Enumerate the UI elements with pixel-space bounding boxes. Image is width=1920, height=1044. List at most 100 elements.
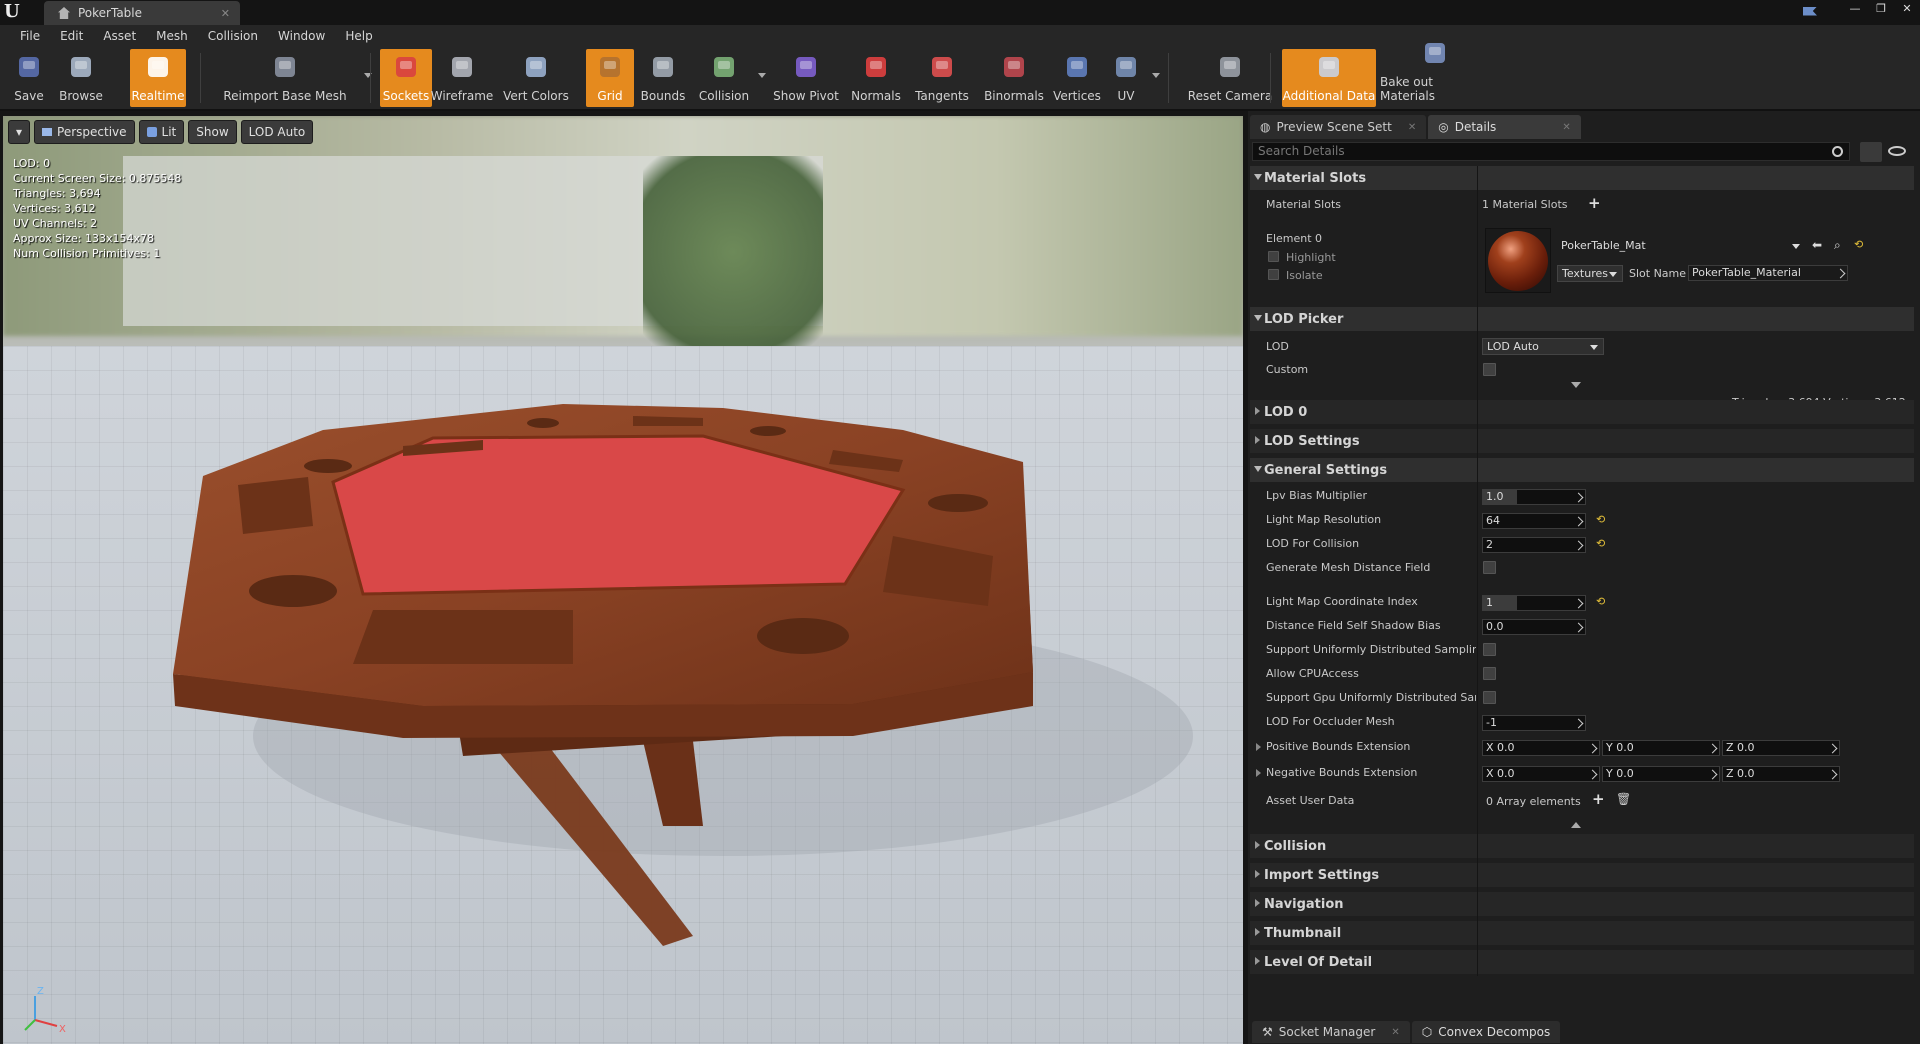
- positive-bounds-z-input[interactable]: Z 0.0: [1722, 740, 1840, 756]
- material-asset-dropdown[interactable]: PokerTable_Mat: [1557, 238, 1805, 255]
- category-import-settings[interactable]: Import Settings: [1250, 863, 1914, 887]
- allow-cpu-access-checkbox[interactable]: [1483, 667, 1496, 680]
- support-uniform-sampling-checkbox[interactable]: [1483, 643, 1496, 656]
- chevron-down-icon[interactable]: [758, 73, 766, 78]
- chevron-down-icon[interactable]: [1152, 73, 1160, 78]
- expand-arrow-icon[interactable]: [1256, 743, 1261, 751]
- use-selected-arrow-icon[interactable]: ⬅: [1812, 238, 1822, 252]
- textures-dropdown[interactable]: Textures: [1557, 265, 1623, 282]
- category-lod-settings[interactable]: LOD Settings: [1250, 429, 1914, 453]
- add-element-plus-icon[interactable]: +: [1592, 790, 1605, 808]
- toolbar-additional-data-button[interactable]: Additional Data: [1282, 49, 1376, 107]
- collapse-advanced-icon[interactable]: [1571, 822, 1581, 828]
- support-gpu-sampling-checkbox[interactable]: [1483, 691, 1496, 704]
- maximize-button[interactable]: ❐: [1874, 2, 1888, 15]
- toolbar-tangents-button[interactable]: Tangents: [908, 49, 976, 107]
- light-map-resolution-input[interactable]: 64: [1482, 513, 1586, 529]
- toolbar-grid-button[interactable]: Grid: [586, 49, 634, 107]
- reset-to-default-icon[interactable]: ⟲: [1596, 513, 1605, 526]
- toolbar-collision-button[interactable]: Collision: [694, 49, 766, 107]
- reset-to-default-icon[interactable]: ⟲: [1596, 595, 1605, 608]
- distance-field-self-shadow-bias-input[interactable]: 0.0: [1482, 619, 1586, 635]
- search-details-input[interactable]: Search Details: [1252, 142, 1850, 161]
- category-lod-picker[interactable]: LOD Picker: [1250, 307, 1914, 331]
- reset-material-icon[interactable]: ⟲: [1854, 238, 1863, 251]
- toolbar-normals-button[interactable]: Normals: [848, 49, 904, 107]
- close-tab-icon[interactable]: ✕: [1562, 122, 1570, 133]
- toolbar-bounds-button[interactable]: Bounds: [636, 49, 690, 107]
- lod-for-occluder-mesh-input[interactable]: -1: [1482, 715, 1586, 731]
- toolbar-browse-button[interactable]: Browse: [54, 49, 108, 107]
- tab-socket-manager[interactable]: ⚒ Socket Manager ✕: [1252, 1021, 1410, 1043]
- lod-dropdown[interactable]: LOD Auto: [1482, 338, 1604, 355]
- toolbar-uv-button[interactable]: UV: [1104, 49, 1160, 107]
- menu-file[interactable]: File: [10, 29, 50, 43]
- source-control-icon[interactable]: [1795, 0, 1825, 22]
- category-lod-0[interactable]: LOD 0: [1250, 400, 1914, 424]
- toolbar-reset-camera-button[interactable]: Reset Camera: [1186, 49, 1274, 107]
- add-material-slot-plus-icon[interactable]: +: [1588, 194, 1601, 212]
- tab-preview-scene-settings[interactable]: ◍ Preview Scene Sett ✕: [1250, 115, 1427, 139]
- category-general-settings[interactable]: General Settings: [1250, 458, 1914, 482]
- custom-checkbox[interactable]: [1483, 363, 1496, 376]
- toolbar-show-pivot-button[interactable]: Show Pivot: [768, 49, 844, 107]
- menu-collision[interactable]: Collision: [198, 29, 268, 43]
- perspective-button[interactable]: Perspective: [34, 120, 135, 144]
- close-button[interactable]: ✕: [1900, 2, 1914, 15]
- lod-for-collision-input[interactable]: 2: [1482, 537, 1586, 553]
- tab-details[interactable]: ◎ Details ✕: [1428, 115, 1581, 139]
- negative-bounds-x-input[interactable]: X 0.0: [1482, 766, 1600, 782]
- category-material-slots[interactable]: Material Slots: [1250, 166, 1914, 190]
- show-button[interactable]: Show: [188, 120, 237, 144]
- document-tab[interactable]: PokerTable ✕: [44, 1, 240, 25]
- close-tab-icon[interactable]: ✕: [1408, 122, 1416, 133]
- category-level-of-detail[interactable]: Level Of Detail: [1250, 950, 1914, 974]
- mesh-viewport[interactable]: ▾ Perspective Lit Show LOD Auto LOD: 0 Cu…: [3, 116, 1243, 1044]
- menu-edit[interactable]: Edit: [50, 29, 93, 43]
- category-thumbnail[interactable]: Thumbnail: [1250, 921, 1914, 945]
- menu-mesh[interactable]: Mesh: [146, 29, 198, 43]
- lod-auto-button[interactable]: LOD Auto: [240, 120, 314, 144]
- collision-icon: [708, 51, 740, 83]
- close-tab-icon[interactable]: ✕: [1391, 1027, 1399, 1038]
- generate-mesh-distance-field-checkbox[interactable]: [1483, 561, 1496, 574]
- eye-icon[interactable]: [1888, 146, 1906, 156]
- toolbar-vertices-button[interactable]: Vertices: [1050, 49, 1104, 107]
- browse-asset-icon[interactable]: ⌕: [1834, 238, 1841, 253]
- trash-icon[interactable]: 🗑: [1616, 792, 1631, 806]
- viewport-options-dropdown[interactable]: ▾: [8, 120, 31, 144]
- isolate-checkbox[interactable]: [1268, 269, 1279, 280]
- reset-to-default-icon[interactable]: ⟲: [1596, 537, 1605, 550]
- category-collision[interactable]: Collision: [1250, 834, 1914, 858]
- toolbar-save-button[interactable]: Save: [10, 49, 48, 107]
- menu-window[interactable]: Window: [268, 29, 335, 43]
- negative-bounds-y-input[interactable]: Y 0.0: [1602, 766, 1720, 782]
- expand-arrow-icon[interactable]: [1256, 769, 1261, 777]
- poker-table-mesh[interactable]: [3, 116, 1243, 1044]
- expand-advanced-icon[interactable]: [1571, 382, 1581, 388]
- negative-bounds-z-input[interactable]: Z 0.0: [1722, 766, 1840, 782]
- lit-button[interactable]: Lit: [138, 120, 185, 144]
- toolbar-wireframe-button[interactable]: Wireframe: [431, 49, 493, 107]
- view-options-grid-icon[interactable]: [1860, 142, 1882, 162]
- menu-asset[interactable]: Asset: [93, 29, 146, 43]
- toolbar-sockets-button[interactable]: Sockets: [380, 49, 432, 107]
- toolbar-bake-out-materials-button[interactable]: Bake out Materials: [1380, 43, 1490, 107]
- positive-bounds-x-input[interactable]: X 0.0: [1482, 740, 1600, 756]
- toolbar-binormals-button[interactable]: Binormals: [978, 49, 1050, 107]
- toolbar-vert-colors-button[interactable]: Vert Colors: [502, 49, 570, 107]
- slot-name-input[interactable]: PokerTable_Material: [1688, 265, 1848, 281]
- lpv-bias-multiplier-input[interactable]: 1.0: [1482, 489, 1586, 505]
- toolbar-reimport-base-mesh-button[interactable]: Reimport Base Mesh: [210, 49, 372, 107]
- tab-convex-decomposition[interactable]: ⬡ Convex Decompos: [1411, 1021, 1561, 1043]
- close-tab-icon[interactable]: ✕: [221, 7, 230, 20]
- light-map-coordinate-index-input[interactable]: 1: [1482, 595, 1586, 611]
- positive-bounds-y-input[interactable]: Y 0.0: [1602, 740, 1720, 756]
- highlight-checkbox[interactable]: [1268, 251, 1279, 262]
- category-navigation[interactable]: Navigation: [1250, 892, 1914, 916]
- menu-help[interactable]: Help: [335, 29, 382, 43]
- unreal-logo-icon[interactable]: U: [4, 2, 26, 22]
- toolbar-realtime-button[interactable]: Realtime: [130, 49, 186, 107]
- minimize-button[interactable]: —: [1848, 2, 1862, 15]
- material-thumbnail[interactable]: [1485, 228, 1551, 293]
